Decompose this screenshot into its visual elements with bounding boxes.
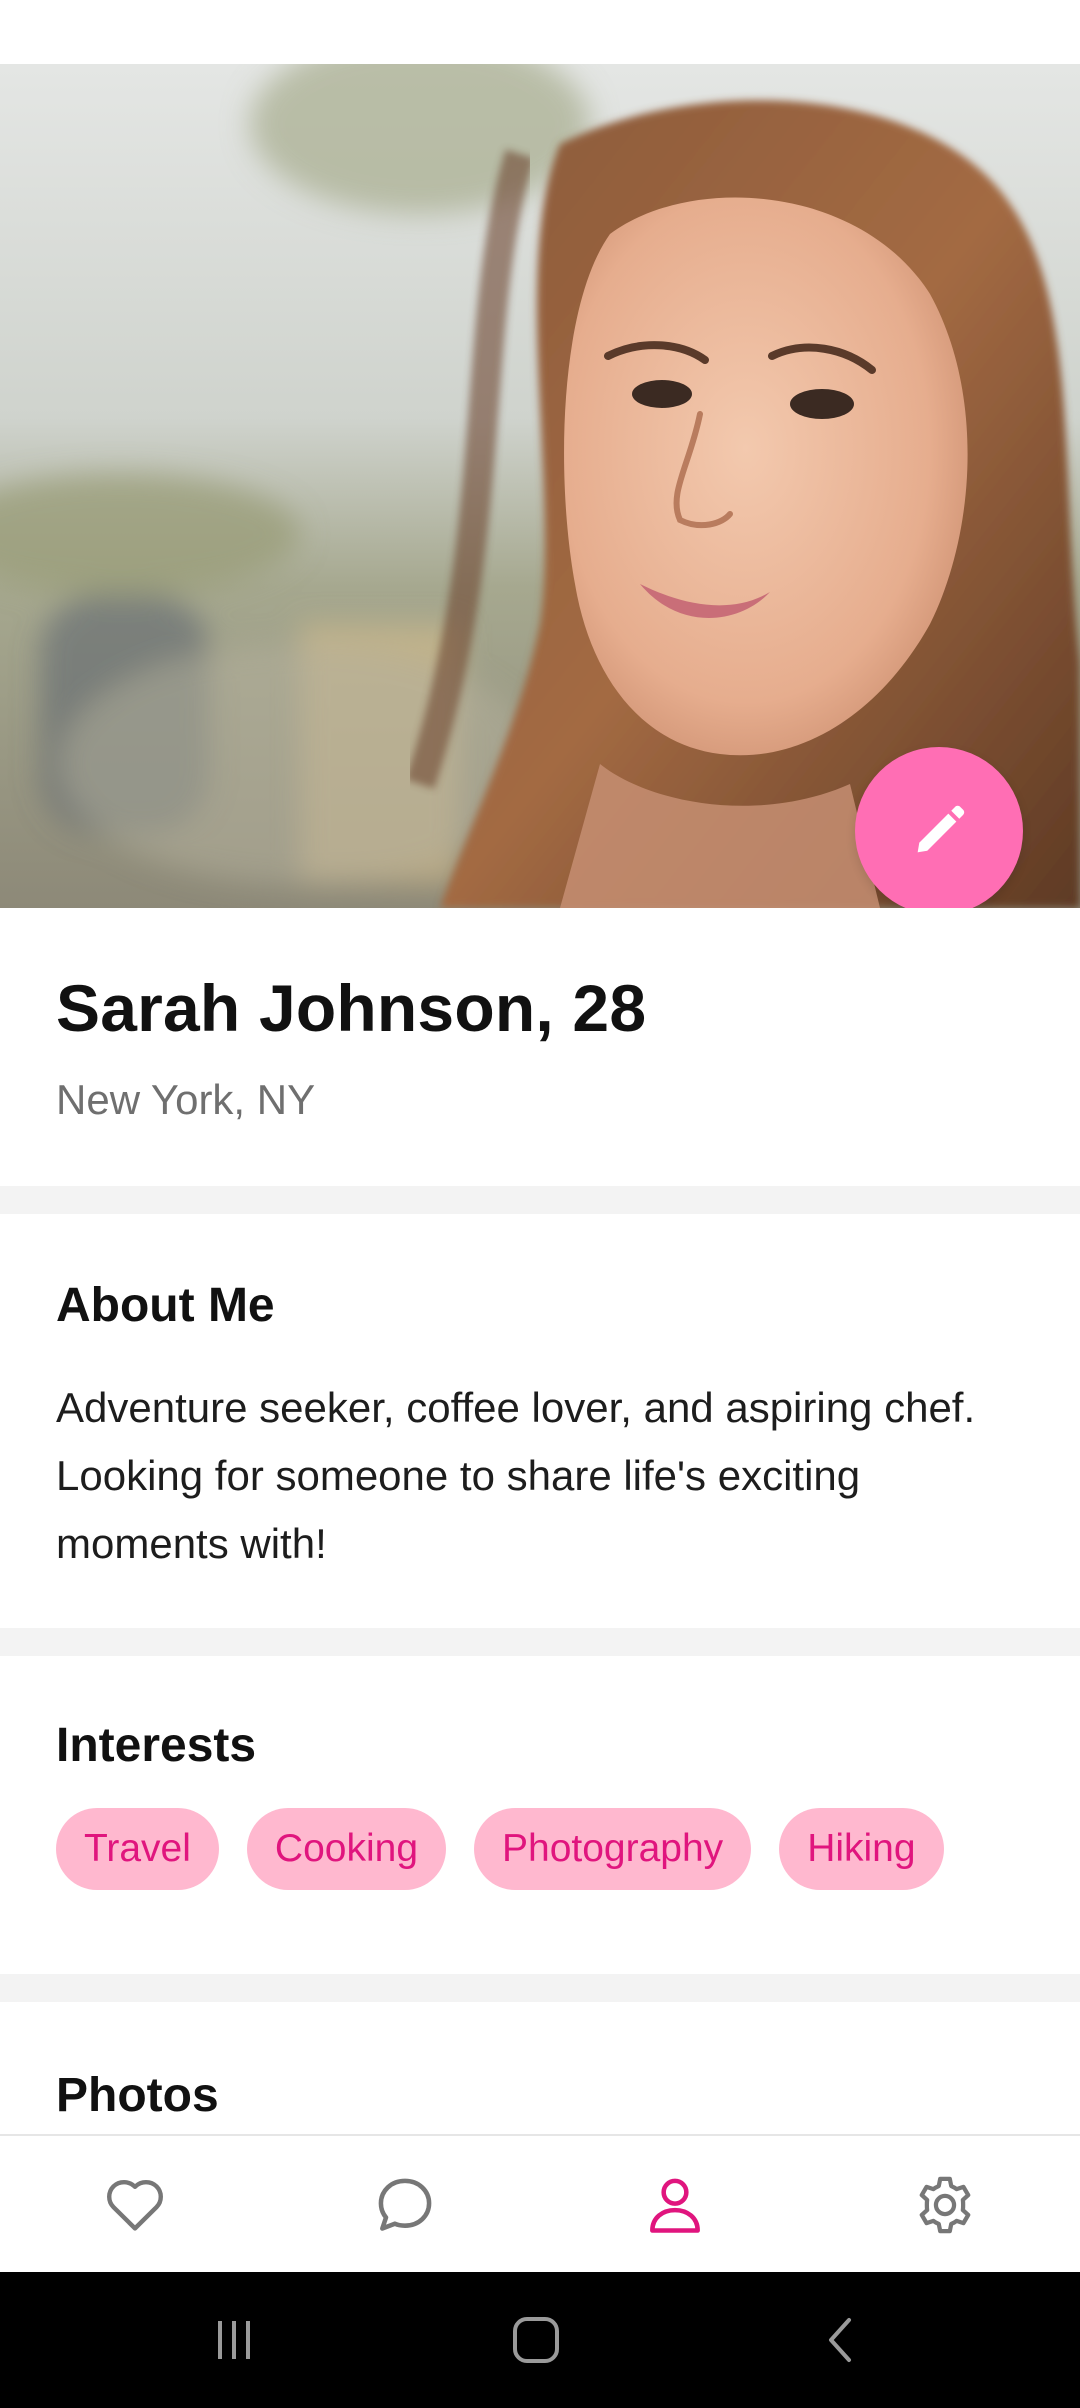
recents-icon: [218, 2321, 250, 2359]
profile-photo: [0, 64, 1080, 908]
person-icon: [650, 2178, 700, 2233]
profile-location: New York, NY: [56, 1076, 316, 1123]
nav-profile-tab[interactable]: [630, 2160, 720, 2250]
interest-chip-photography[interactable]: Photography: [474, 1808, 752, 1890]
back-icon: [829, 2318, 851, 2362]
photos-section: Photos: [0, 2002, 1080, 2134]
bottom-navigation: [0, 2134, 1080, 2274]
nav-settings-tab[interactable]: [900, 2160, 990, 2250]
section-divider: [0, 1186, 1080, 1214]
about-text: Adventure seeker, coffee lover, and aspi…: [56, 1384, 976, 1567]
profile-screen: Sarah Johnson, 28 New York, NY About Me …: [0, 0, 1080, 2408]
pencil-icon: [917, 805, 965, 853]
system-navigation-bar: [0, 2272, 1080, 2408]
gear-icon: [919, 2176, 971, 2234]
back-button[interactable]: [800, 2302, 880, 2378]
interest-chip-travel[interactable]: Travel: [56, 1808, 219, 1890]
interest-chip-cooking[interactable]: Cooking: [246, 1808, 447, 1890]
profile-name-age: Sarah Johnson, 28: [56, 971, 647, 1045]
interest-chip-hiking[interactable]: Hiking: [779, 1808, 944, 1890]
edit-profile-button[interactable]: [855, 747, 1023, 908]
nav-messages-tab[interactable]: [360, 2160, 450, 2250]
heart-icon: [107, 2179, 163, 2231]
interests-section: Interests Travel Cooking Photography Hik…: [0, 1656, 1080, 1974]
chat-bubble-icon: [378, 2178, 432, 2231]
section-divider: [0, 1628, 1080, 1656]
status-bar: [0, 0, 1080, 64]
nav-likes-tab[interactable]: [90, 2160, 180, 2250]
home-button[interactable]: [496, 2302, 576, 2378]
home-icon: [513, 2317, 559, 2363]
about-section: About Me Adventure seeker, coffee lover,…: [0, 1214, 1080, 1628]
section-divider: [0, 1974, 1080, 2002]
interests-title: Interests: [56, 1719, 257, 1772]
profile-header: Sarah Johnson, 28 New York, NY: [0, 908, 1080, 1186]
interest-chips: Travel Cooking Photography Hiking: [56, 1808, 944, 1890]
about-title: About Me: [56, 1279, 275, 1332]
recents-button[interactable]: [194, 2302, 274, 2378]
photos-title: Photos: [56, 2069, 219, 2122]
